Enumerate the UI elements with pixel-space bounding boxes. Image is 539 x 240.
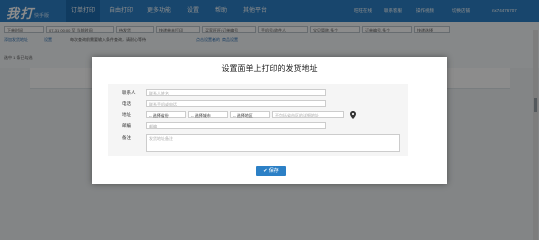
phone-label: 电话	[122, 101, 131, 106]
province-select[interactable]: -- 选择省份	[146, 111, 186, 118]
city-select[interactable]: -- 选择城市	[188, 111, 228, 118]
address-label: 地址	[122, 112, 131, 117]
contact-input[interactable]: 联系人姓名	[146, 89, 326, 96]
sender-address-dialog: 设置面单上打印的发货地址 联系人 联系人姓名 电话 联系手机或电话 地址 -- …	[92, 57, 447, 184]
contact-label: 联系人	[122, 90, 136, 95]
check-icon: ✔	[263, 168, 268, 174]
phone-input[interactable]: 联系手机或电话	[146, 100, 326, 107]
note-label: 备注	[122, 135, 131, 140]
map-pin-icon[interactable]	[350, 111, 356, 119]
zip-label: 邮编	[122, 123, 131, 128]
address-form: 联系人 联系人姓名 电话 联系手机或电话 地址 -- 选择省份 -- 选择城市 …	[108, 84, 408, 156]
dialog-title: 设置面单上打印的发货地址	[221, 64, 318, 73]
save-button[interactable]: ✔ 保存	[256, 166, 286, 176]
district-select[interactable]: -- 选择地区	[230, 111, 270, 118]
zip-input[interactable]: 邮编	[146, 122, 326, 129]
save-button-label: 保存	[268, 168, 279, 174]
street-input[interactable]: 不包括省市区的详细地址	[272, 111, 344, 118]
note-textarea[interactable]: 发货地址备注	[146, 134, 400, 152]
